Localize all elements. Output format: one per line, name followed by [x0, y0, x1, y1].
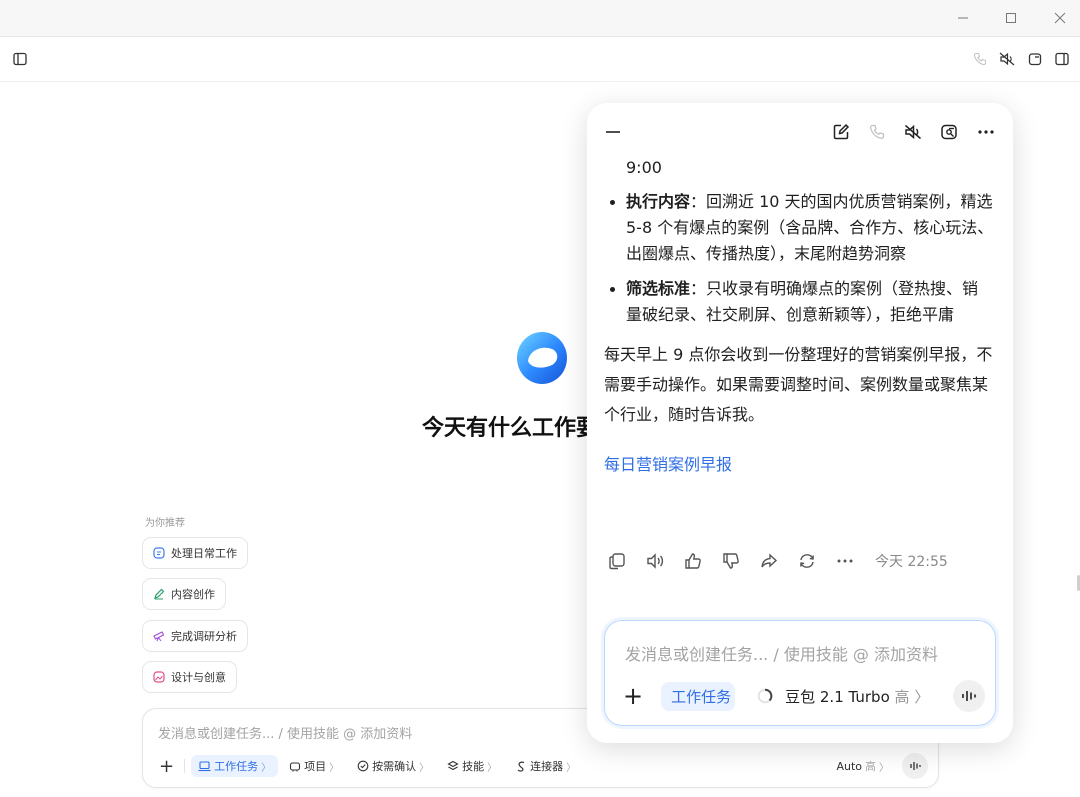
pill-label: 按需确认	[372, 760, 417, 773]
check-circle-icon	[357, 760, 369, 772]
speaker-mute-icon[interactable]	[903, 122, 923, 142]
chip-label: 处理日常工作	[171, 547, 237, 560]
waveform-icon	[962, 691, 976, 701]
copy-icon[interactable]	[607, 551, 627, 571]
chevron-icon: 〉	[261, 762, 272, 774]
composer-toolbar: + 工作任务 〉 项目 〉 按需确认 〉 技能 〉 连接器 〉 Auto 高 〉	[153, 753, 928, 779]
chip-design[interactable]: 设计与创意	[142, 661, 237, 693]
thumbs-up-icon[interactable]	[683, 551, 703, 571]
message-timestamp: 今天 22:55	[875, 554, 948, 570]
laptop-icon	[198, 760, 211, 771]
pill-label: 连接器	[530, 760, 564, 773]
chevron-icon: 〉	[329, 762, 340, 774]
phone-icon[interactable]	[971, 50, 989, 68]
pill-connectors[interactable]: 连接器 〉	[508, 755, 583, 777]
chat-icon	[153, 547, 165, 559]
panel-message-input[interactable]: 发消息或创建任务... / 使用技能 @ 添加资料	[625, 641, 938, 665]
app-window: 今天有什么工作要 为你推荐 处理日常工作 内容创作 完成调研分析 设计与创意 发…	[0, 0, 1080, 797]
close-icon[interactable]	[1049, 8, 1071, 28]
bullet-list: 执行内容：回溯近 10 天的国内优质营销案例，精选 5-8 个有爆点的案例（含品…	[604, 189, 994, 328]
pill-label: 项目	[304, 760, 327, 773]
model-label: Auto	[836, 759, 862, 773]
read-aloud-icon[interactable]	[645, 551, 665, 571]
chip-research[interactable]: 完成调研分析	[142, 620, 248, 652]
assistant-message: 9:00 执行内容：回溯近 10 天的国内优质营销案例，精选 5-8 个有爆点的…	[604, 155, 994, 478]
sidebar-right-icon[interactable]	[1053, 50, 1071, 68]
edit-icon[interactable]	[831, 122, 851, 142]
telescope-icon	[153, 631, 165, 642]
panel-composer: 发消息或创建任务... / 使用技能 @ 添加资料 + 工作任务 豆包 2.1 …	[604, 620, 996, 726]
thumbs-down-icon[interactable]	[721, 551, 741, 571]
add-button[interactable]: +	[623, 684, 643, 708]
app-logo	[515, 331, 569, 385]
model-level: 高	[865, 760, 876, 773]
hero-title: 今天有什么工作要	[422, 416, 599, 441]
sidebar-toggle-icon[interactable]	[11, 50, 29, 68]
model-selector[interactable]: Auto 高 〉	[829, 755, 896, 777]
chip-daily-work[interactable]: 处理日常工作	[142, 537, 248, 569]
panel-composer-toolbar: + 工作任务 豆包 2.1 Turbo 高 〉	[623, 680, 985, 712]
minimize-icon[interactable]	[603, 122, 623, 142]
chevron-icon: 〉	[419, 762, 430, 774]
image-icon	[153, 671, 165, 683]
pill-task[interactable]: 工作任务	[661, 681, 736, 711]
speaker-mute-icon[interactable]	[998, 50, 1016, 68]
regenerate-icon[interactable]	[797, 551, 817, 571]
chevron-icon: 〉	[566, 762, 577, 774]
bullet-title: 执行内容	[626, 192, 691, 211]
chip-label: 设计与创意	[171, 671, 226, 684]
share-icon[interactable]	[759, 551, 779, 571]
loading-spinner-icon	[757, 688, 773, 704]
list-item: 筛选标准：只收录有明确爆点的案例（登热搜、销量破纪录、社交刷屏、创意新颖等），拒…	[604, 276, 994, 328]
voice-button[interactable]	[902, 753, 928, 779]
screen-share-icon[interactable]	[939, 122, 959, 142]
floating-chat-panel: 9:00 执行内容：回溯近 10 天的国内优质营销案例，精选 5-8 个有爆点的…	[587, 103, 1013, 743]
report-link[interactable]: 每日营销案例早报	[604, 452, 994, 478]
pen-icon	[154, 588, 165, 600]
voice-button[interactable]	[953, 680, 985, 712]
add-button[interactable]: +	[153, 756, 180, 777]
top-toolbar	[0, 37, 1080, 82]
recommend-label: 为你推荐	[145, 518, 185, 529]
maximize-icon[interactable]	[1000, 8, 1022, 28]
chevron-icon: 〉	[487, 762, 498, 774]
pill-project[interactable]: 项目 〉	[282, 755, 346, 777]
composer-input[interactable]: 发消息或创建任务... / 使用技能 @ 添加资料	[158, 723, 412, 742]
project-icon	[290, 761, 301, 771]
minimize-icon[interactable]	[952, 8, 974, 28]
pill-label: 技能	[462, 760, 485, 773]
chevron-icon: 〉	[879, 762, 889, 774]
divider	[184, 759, 186, 773]
layers-icon	[447, 760, 459, 771]
more-icon[interactable]	[976, 122, 996, 142]
pill-label: 工作任务	[671, 687, 732, 706]
chip-label: 内容创作	[171, 588, 215, 601]
message-actions: 今天 22:55	[607, 549, 948, 573]
panel-header	[587, 103, 1013, 151]
list-item: 执行内容：回溯近 10 天的国内优质营销案例，精选 5-8 个有爆点的案例（含品…	[604, 189, 994, 267]
pill-confirm[interactable]: 按需确认 〉	[350, 755, 436, 777]
pill-skills[interactable]: 技能 〉	[440, 755, 504, 777]
pill-task[interactable]: 工作任务 〉	[191, 755, 279, 777]
model-selector[interactable]: 豆包 2.1 Turbo 高 〉	[785, 686, 929, 707]
bullet-title: 筛选标准	[626, 279, 691, 298]
waveform-icon	[910, 762, 921, 770]
phone-icon[interactable]	[867, 122, 887, 142]
chevron-icon: 〉	[914, 687, 930, 706]
more-icon[interactable]	[835, 551, 855, 571]
chip-label: 完成调研分析	[171, 630, 237, 643]
new-window-icon[interactable]	[1026, 50, 1044, 68]
summary-paragraph: 每天早上 9 点你会收到一份整理好的营销案例早报，不需要手动操作。如果需要调整时…	[604, 345, 993, 424]
title-bar	[0, 0, 1080, 37]
chip-content-creation[interactable]: 内容创作	[142, 578, 226, 610]
model-name: 豆包 2.1 Turbo	[785, 687, 890, 706]
pill-label: 工作任务	[214, 760, 259, 773]
model-level: 高	[894, 687, 910, 706]
schedule-time: 9:00	[626, 158, 662, 177]
connector-icon	[517, 761, 525, 772]
